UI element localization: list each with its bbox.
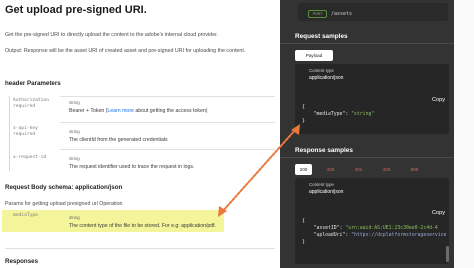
- param-type: string: [69, 156, 80, 161]
- content-type-value: application/json: [309, 189, 344, 195]
- copy-button[interactable]: Copy: [432, 210, 445, 216]
- required-label: required: [13, 132, 36, 137]
- learn-more-link[interactable]: Learn more: [107, 108, 134, 114]
- tab-response-400[interactable]: 400: [322, 164, 339, 175]
- param-name-x-api-key: x-api-key required: [13, 126, 63, 138]
- response-json: { "assetID": "urn:aaid:AS:UE1:23c30ee0-2…: [302, 218, 446, 246]
- divider: [280, 43, 454, 44]
- body-schema-heading: Request Body schema: application/json: [5, 184, 122, 191]
- body-schema-label: Request Body schema:: [5, 184, 74, 191]
- content-type-value: application/json: [309, 75, 344, 81]
- param-tree-line: [9, 96, 10, 171]
- documentation-pane: Get upload pre-signed URI. Get the pre-s…: [0, 0, 280, 268]
- json-key: "assetID": [313, 226, 340, 231]
- intro-text: Get the pre-signed URI to directly uploa…: [5, 32, 219, 38]
- divider: [5, 248, 275, 249]
- json-value: "string": [351, 112, 375, 117]
- required-label: required: [13, 104, 36, 109]
- header-params-heading: header Parameters: [5, 80, 61, 87]
- json-value: "https://dcplatformstorageservice: [351, 233, 447, 238]
- page-title: Get upload pre-signed URI.: [5, 4, 147, 16]
- param-type: string: [69, 215, 80, 220]
- content-type-label: Content type: [309, 68, 334, 73]
- json-key: "mediaType": [313, 112, 346, 117]
- scrollbar-thumb[interactable]: [446, 246, 449, 262]
- param-desc-text-after: about getting the access token): [133, 108, 208, 114]
- param-description: Bearer + Token (Learn more about getting…: [69, 108, 207, 114]
- param-type: string: [69, 129, 80, 134]
- json-key: "uploadUri": [313, 233, 346, 238]
- json-value: "urn:aaid:AS:UE1:23c30ee0-2c4d-4: [345, 226, 438, 231]
- param-description: The clientId from the generated credenti…: [69, 137, 168, 143]
- json-brace: {: [302, 105, 305, 110]
- tab-response-401[interactable]: 401: [350, 164, 367, 175]
- content-type-label: Content type: [309, 182, 334, 187]
- divider: [60, 149, 275, 150]
- response-samples-heading: Response samples: [295, 147, 353, 154]
- param-name-mediatype: mediaType: [13, 213, 38, 218]
- page-gutter: [454, 0, 474, 268]
- output-text: Output: Response will be the asset URI o…: [5, 48, 246, 54]
- tab-response-403[interactable]: 403: [378, 164, 395, 175]
- request-json: { "mediaType": "string" }: [302, 104, 374, 125]
- json-brace: }: [302, 240, 305, 245]
- divider: [280, 157, 454, 158]
- request-samples-heading: Request samples: [295, 33, 348, 40]
- divider: [60, 122, 275, 123]
- http-method-badge: POST: [308, 10, 327, 18]
- param-name-authorization: Authorization required: [13, 98, 63, 110]
- tab-response-200[interactable]: 200: [295, 164, 312, 175]
- param-name-x-request-id: x-request-id: [13, 155, 47, 160]
- tab-response-500[interactable]: 500: [406, 164, 423, 175]
- param-type: string: [69, 100, 80, 105]
- endpoint-path: /assets: [331, 11, 353, 17]
- tab-payload[interactable]: Payload: [295, 50, 333, 61]
- json-brace: {: [302, 219, 305, 224]
- body-schema-type: application/json: [75, 184, 123, 191]
- param-desc-text: Bearer + Token (: [69, 108, 108, 114]
- json-brace: }: [302, 119, 305, 124]
- responses-heading: Responses: [5, 258, 39, 265]
- body-description: Params for getting upload presigned url …: [5, 201, 123, 207]
- param-description: The content type of the file to be store…: [69, 223, 217, 229]
- divider: [60, 96, 275, 97]
- param-description: The request identifier used to trace the…: [69, 164, 195, 170]
- samples-panel: POST /assets Request samples Payload Con…: [280, 0, 454, 268]
- copy-button[interactable]: Copy: [432, 97, 445, 103]
